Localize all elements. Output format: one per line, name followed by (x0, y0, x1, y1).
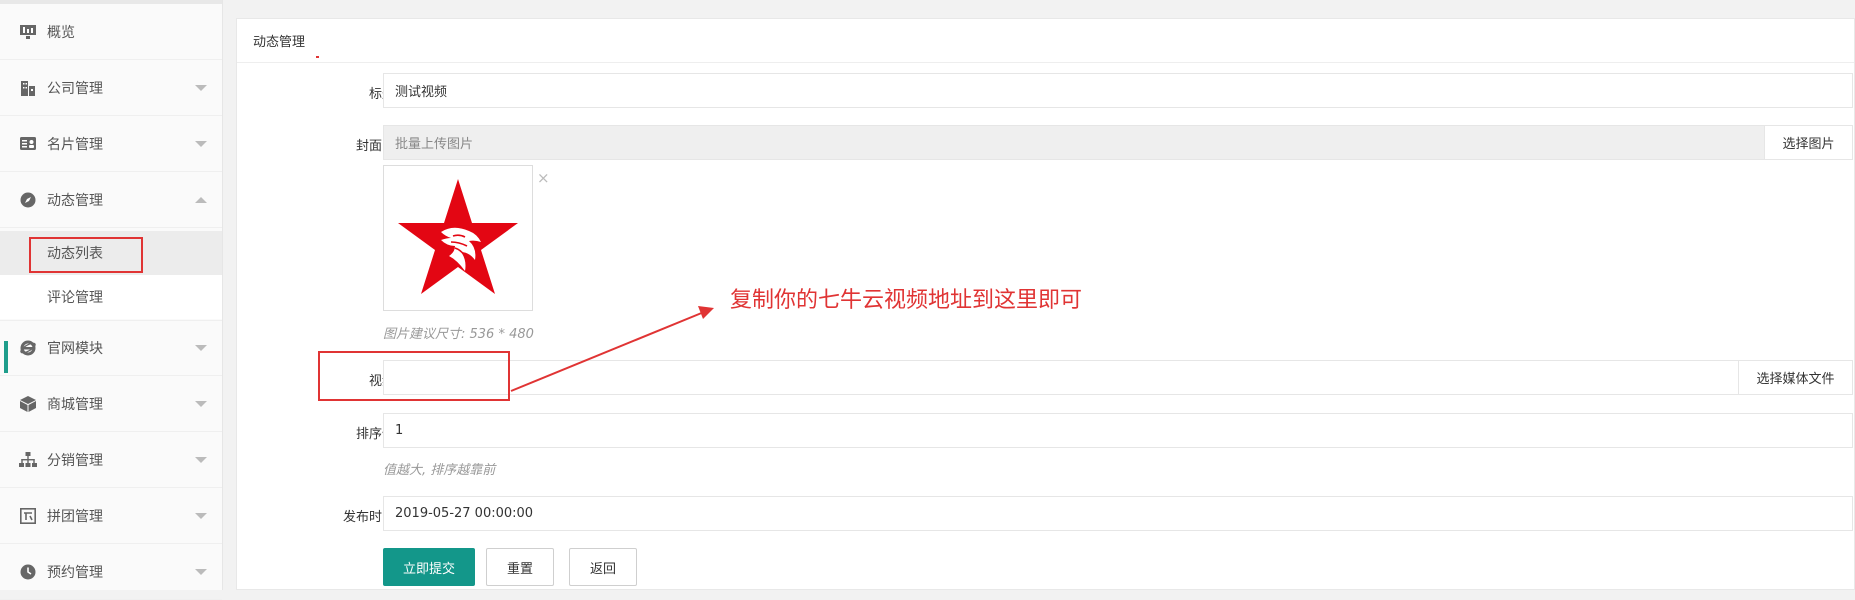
cover-upload-input[interactable]: 批量上传图片 (383, 125, 1765, 160)
sidebar-item-group-buy[interactable]: 拼团管理 (0, 488, 222, 544)
sidebar-item-company[interactable]: 公司管理 (0, 60, 222, 116)
sidebar-item-label: 商城管理 (47, 396, 103, 413)
org-chart-icon (19, 451, 37, 469)
reset-button[interactable]: 重置 (486, 548, 554, 586)
sidebar-subitem-dynamic-list[interactable]: 动态列表 (0, 231, 222, 275)
submit-button[interactable]: 立即提交 (383, 548, 475, 586)
cover-size-hint: 图片建议尺寸: 536 * 480 (383, 327, 534, 342)
title-input[interactable]: 测试视频 (383, 73, 1853, 108)
tab-dynamics[interactable]: 动态管理 (253, 31, 305, 50)
sidebar-item-label: 官网模块 (47, 341, 103, 357)
sidebar-item-label: 预约管理 (47, 564, 103, 581)
chevron-down-icon (195, 400, 207, 407)
sidebar-item-label: 分销管理 (47, 452, 103, 469)
remove-image-icon[interactable]: × (537, 169, 550, 187)
sidebar-subitem-label: 评论管理 (47, 290, 103, 306)
box-icon (19, 395, 37, 413)
choose-image-button[interactable]: 选择图片 (1764, 125, 1853, 160)
sidebar-item-label: 概览 (47, 24, 75, 41)
sort-label: 排序值 (355, 427, 395, 442)
chevron-down-icon (195, 84, 207, 91)
back-button[interactable]: 返回 (569, 548, 637, 586)
sidebar-item-dynamics[interactable]: 动态管理 (0, 172, 222, 228)
title-input-value: 测试视频 (395, 85, 448, 100)
sidebar-item-website[interactable]: 官网模块 (0, 320, 222, 376)
sidebar-item-mall[interactable]: 商城管理 (0, 376, 222, 432)
building-icon (19, 79, 37, 97)
tab-bar: 动态管理 (237, 19, 1854, 63)
compass-icon (19, 191, 37, 209)
sidebar: 概览 公司管理 名片管理 动态管理 动态列表 评论管理 官网模块 商城管理 分销… (0, 0, 223, 600)
chevron-down-icon (195, 512, 207, 519)
video-label: 视频 (368, 374, 395, 389)
title-label: 标题 (368, 87, 395, 102)
ie-browser-icon (19, 339, 37, 357)
sidebar-subitem-comments[interactable]: 评论管理 (0, 275, 222, 319)
annotation-text: 复制你的七牛云视频地址到这里即可 (730, 288, 1083, 313)
sidebar-item-cards[interactable]: 名片管理 (0, 116, 222, 172)
chevron-down-icon (195, 456, 207, 463)
chevron-down-icon (195, 568, 207, 575)
sidebar-item-overview[interactable]: 概览 (0, 4, 222, 60)
choose-media-button[interactable]: 选择媒体文件 (1738, 360, 1853, 395)
sidebar-item-booking[interactable]: 预约管理 (0, 544, 222, 600)
sort-value: 1 (395, 423, 404, 438)
publish-time-value: 2019-05-27 00:00:00 (395, 506, 534, 521)
sidebar-item-label: 动态管理 (47, 192, 103, 209)
red-star-dragon-logo (398, 178, 518, 294)
sidebar-subitem-label: 动态列表 (47, 246, 103, 262)
pin-square-icon (19, 507, 37, 525)
sidebar-item-distribution[interactable]: 分销管理 (0, 432, 222, 488)
cover-label: 封面图 (355, 139, 395, 154)
publish-time-label: 发布时间 (342, 510, 395, 525)
sidebar-item-label: 名片管理 (47, 136, 103, 153)
monitor-icon (19, 23, 37, 41)
sort-value-input[interactable]: 1 (383, 413, 1853, 448)
cover-upload-placeholder: 批量上传图片 (395, 137, 474, 152)
sidebar-item-label: 公司管理 (47, 80, 103, 97)
cover-thumbnail (383, 165, 533, 311)
chevron-down-icon (195, 345, 207, 351)
sidebar-item-label: 拼团管理 (47, 508, 103, 525)
chevron-down-icon (195, 140, 207, 147)
active-section-indicator (4, 341, 8, 373)
video-url-input[interactable] (383, 360, 1739, 395)
tab-active-indicator (316, 56, 319, 58)
clock-icon (19, 563, 37, 581)
sort-hint: 值越大, 排序越靠前 (383, 463, 496, 478)
chevron-up-icon (195, 196, 207, 203)
publish-time-input[interactable]: 2019-05-27 00:00:00 (383, 496, 1853, 531)
id-card-icon (19, 135, 37, 153)
